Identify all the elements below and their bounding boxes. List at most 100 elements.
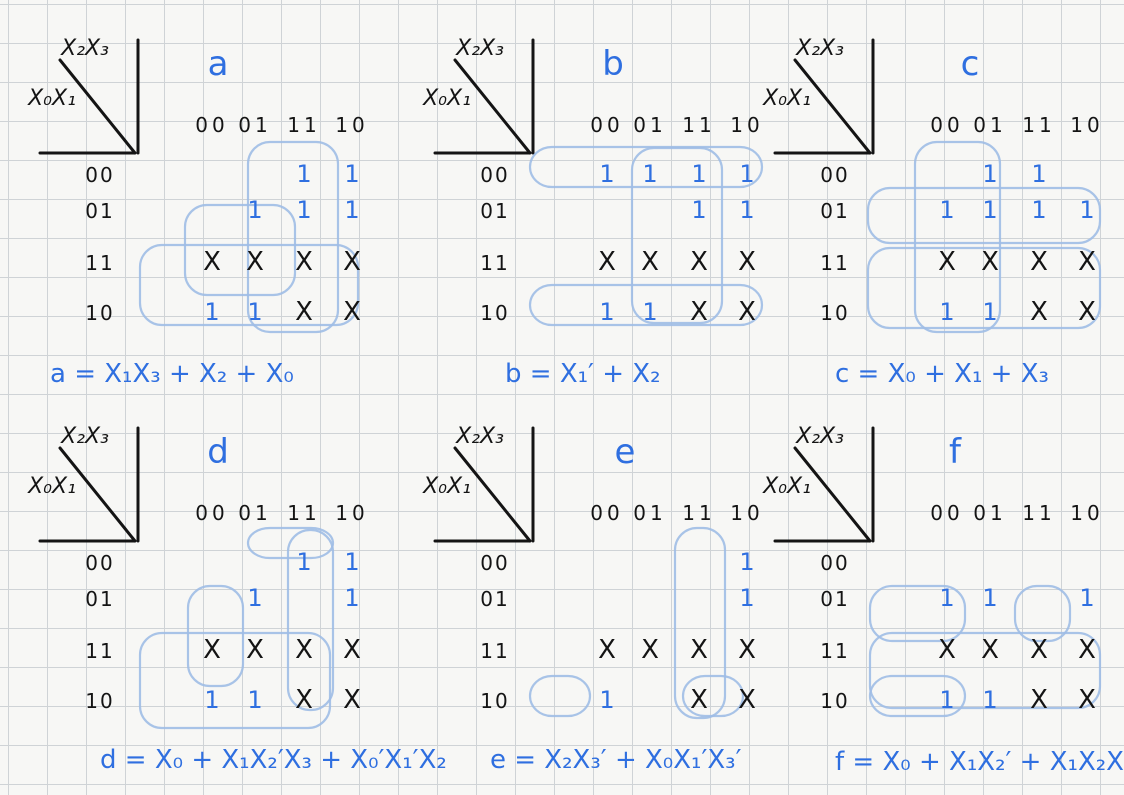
boolean-equation: a = X₁X₃ + X₂ + X₀ bbox=[50, 359, 294, 389]
map-title: b bbox=[602, 44, 624, 84]
dont-care-cell: X bbox=[690, 685, 708, 715]
dont-care-cell: X bbox=[738, 635, 756, 665]
column-header: 10 bbox=[1070, 501, 1103, 525]
kmap-panel-e: X₂X₃X₀X₁e00 01 11 100001111011X X X X1 X Xe = X₂… bbox=[422, 424, 763, 775]
map-title: d bbox=[207, 432, 229, 472]
one-cell: 1 bbox=[982, 160, 997, 188]
row-header: 11 bbox=[480, 251, 509, 275]
one-cell: 1 bbox=[642, 160, 657, 188]
column-header: 11 bbox=[287, 113, 320, 137]
dont-care-cell: X bbox=[295, 685, 313, 715]
one-cell: 1 bbox=[982, 298, 997, 326]
row-header: 01 bbox=[85, 199, 114, 223]
column-header: 11 bbox=[1022, 501, 1055, 525]
dont-care-cell: X bbox=[1078, 247, 1096, 277]
one-cell: 1 bbox=[739, 160, 754, 188]
row-header: 11 bbox=[820, 639, 849, 663]
row-header: 00 bbox=[480, 163, 509, 187]
column-header: 10 bbox=[730, 113, 763, 137]
row-header: 00 bbox=[85, 163, 114, 187]
dont-care-cell: X bbox=[598, 635, 616, 665]
column-header: 10 bbox=[730, 501, 763, 525]
row-header: 00 bbox=[85, 551, 114, 575]
row-header: 01 bbox=[820, 587, 849, 611]
row-header: 01 bbox=[480, 199, 509, 223]
dont-care-cell: X bbox=[1078, 297, 1096, 327]
row-header: 11 bbox=[85, 639, 114, 663]
boolean-equation: b = X₁′ + X₂ bbox=[505, 359, 661, 389]
dont-care-cell: X bbox=[641, 247, 659, 277]
one-cell: 1 bbox=[739, 196, 754, 224]
column-header: 01 bbox=[973, 113, 1006, 137]
dont-care-cell: X bbox=[738, 685, 756, 715]
corner-label-left: X₀X₁ bbox=[762, 474, 811, 499]
one-cell: 1 bbox=[691, 160, 706, 188]
dont-care-cell: X bbox=[343, 685, 361, 715]
corner-label-top: X₂X₃ bbox=[60, 36, 109, 61]
dont-care-cell: X bbox=[738, 297, 756, 327]
map-title: e bbox=[615, 432, 636, 472]
one-cell: 1 bbox=[344, 584, 359, 612]
kmap-panel-c: X₂X₃X₀X₁c00 01 11 10000111101 11 1 1 1X X X X1 1 X Xc… bbox=[762, 36, 1103, 389]
dont-care-cell: X bbox=[1030, 297, 1048, 327]
one-cell: 1 bbox=[982, 584, 997, 612]
map-title: f bbox=[949, 432, 962, 472]
row-header: 10 bbox=[85, 689, 114, 713]
row-header: 11 bbox=[85, 251, 114, 275]
dont-care-cell: X bbox=[981, 247, 999, 277]
column-header: 10 bbox=[335, 113, 368, 137]
column-header: 11 bbox=[1022, 113, 1055, 137]
dont-care-cell: X bbox=[598, 247, 616, 277]
corner-label-left: X₀X₁ bbox=[422, 474, 471, 499]
one-cell: 1 bbox=[939, 686, 954, 714]
boolean-equation: f = X₀ + X₁X₂′ + X₁X₂X₃′ bbox=[835, 747, 1124, 777]
column-header: 01 bbox=[973, 501, 1006, 525]
one-cell: 1 bbox=[247, 196, 262, 224]
row-header: 11 bbox=[480, 639, 509, 663]
dont-care-cell: X bbox=[246, 247, 264, 277]
one-cell: 1 bbox=[1031, 196, 1046, 224]
boolean-equation: c = X₀ + X₁ + X₃ bbox=[835, 359, 1049, 389]
dont-care-cell: X bbox=[641, 635, 659, 665]
dont-care-cell: X bbox=[203, 635, 221, 665]
one-cell: 1 bbox=[939, 196, 954, 224]
row-header: 10 bbox=[480, 301, 509, 325]
column-header: 01 bbox=[238, 501, 271, 525]
column-header: 01 bbox=[633, 501, 666, 525]
column-header: 10 bbox=[1070, 113, 1103, 137]
kmap-panel-d: X₂X₃X₀X₁d00 01 11 10000111101 11 1X X X X1 1 X Xd =… bbox=[27, 424, 447, 775]
row-header: 01 bbox=[480, 587, 509, 611]
dont-care-cell: X bbox=[1030, 685, 1048, 715]
dont-care-cell: X bbox=[938, 635, 956, 665]
prime-implicant-loop bbox=[528, 674, 592, 718]
corner-label-left: X₀X₁ bbox=[762, 86, 811, 111]
kmap-panel-f: X₂X₃X₀X₁f00 01 11 10000111101 1 1X X X X1 1 X Xf = … bbox=[762, 424, 1124, 777]
one-cell: 1 bbox=[296, 196, 311, 224]
corner-label-top: X₂X₃ bbox=[795, 36, 844, 61]
one-cell: 1 bbox=[204, 298, 219, 326]
boolean-equation: e = X₂X₃′ + X₀X₁′X₃′ bbox=[490, 745, 742, 775]
dont-care-cell: X bbox=[690, 297, 708, 327]
column-header: 00 bbox=[195, 113, 228, 137]
column-header: 11 bbox=[682, 113, 715, 137]
dont-care-cell: X bbox=[246, 635, 264, 665]
one-cell: 1 bbox=[939, 298, 954, 326]
corner-label-left: X₀X₁ bbox=[27, 474, 76, 499]
row-header: 00 bbox=[820, 551, 849, 575]
one-cell: 1 bbox=[739, 584, 754, 612]
row-header: 10 bbox=[820, 689, 849, 713]
column-header: 00 bbox=[590, 501, 623, 525]
one-cell: 1 bbox=[344, 196, 359, 224]
corner-label-left: X₀X₁ bbox=[27, 86, 76, 111]
dont-care-cell: X bbox=[1078, 685, 1096, 715]
map-title: c bbox=[961, 44, 980, 84]
column-header: 00 bbox=[930, 501, 963, 525]
corner-label-top: X₂X₃ bbox=[455, 36, 504, 61]
column-header: 10 bbox=[335, 501, 368, 525]
column-header: 01 bbox=[633, 113, 666, 137]
row-header: 00 bbox=[480, 551, 509, 575]
kmap-panel-a: X₂X₃X₀X₁a00 01 11 10000111101 11 1 1X X X X1 1 X Xa … bbox=[27, 36, 368, 389]
one-cell: 1 bbox=[939, 584, 954, 612]
row-header: 01 bbox=[820, 199, 849, 223]
column-header: 00 bbox=[590, 113, 623, 137]
